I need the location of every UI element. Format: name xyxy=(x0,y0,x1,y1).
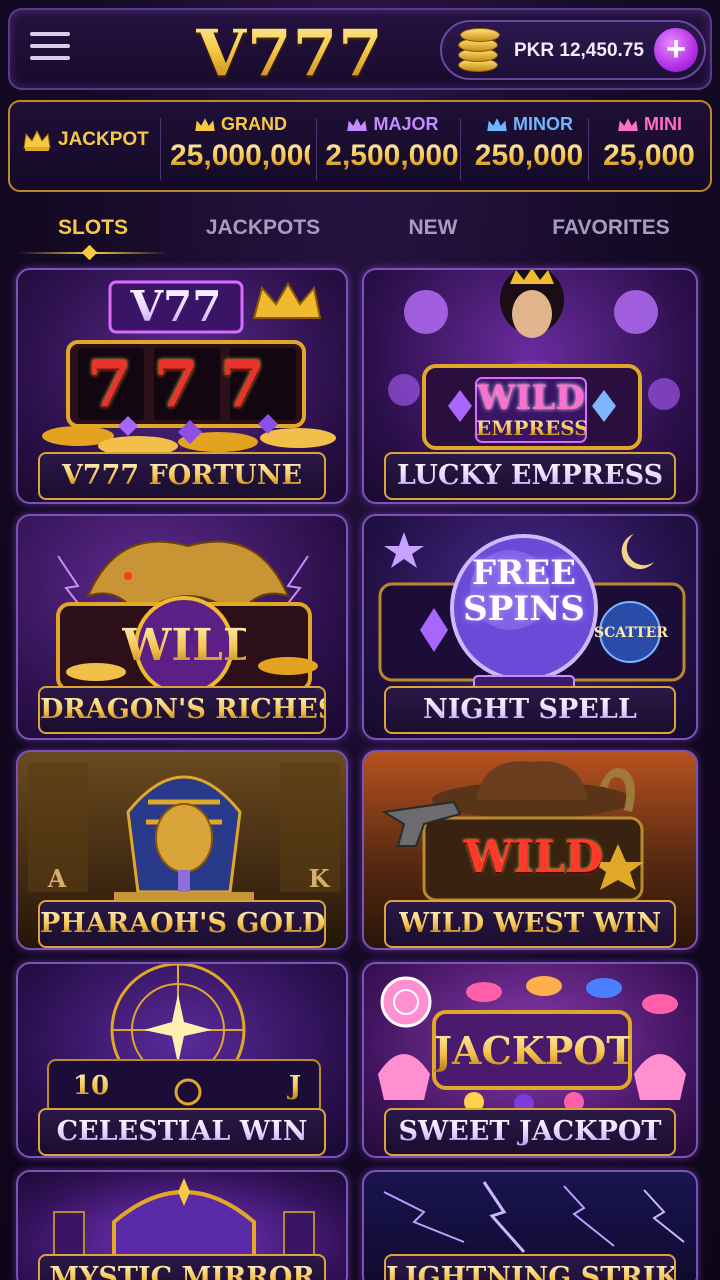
tier-name: MAJOR xyxy=(373,114,439,134)
game-title-plate: CELESTIAL WIN xyxy=(38,1108,326,1156)
game-title: NIGHT SPELL xyxy=(423,694,637,725)
game-card-lucky-empress[interactable]: WILD EMPRESS LUCKY EMPRESS xyxy=(362,268,698,504)
game-card-celestial-win[interactable]: 10 J CELESTIAL WIN xyxy=(16,962,348,1158)
game-art-left: A xyxy=(47,864,67,893)
game-art-label: FREE xyxy=(471,553,577,593)
game-title: SWEET JACKPOT xyxy=(398,1116,662,1147)
game-title: V777 FORTUNE xyxy=(61,460,303,491)
tier-value: 2,500,000 xyxy=(322,139,462,173)
tier-value: 25,000 xyxy=(594,139,704,173)
game-art-right: J xyxy=(280,1068,310,1104)
jackpot-label: JACKPOT xyxy=(22,128,149,152)
balance-pill[interactable]: PKR 12,450.75 + xyxy=(440,20,706,80)
coin-stack-icon xyxy=(456,28,502,74)
balance-amount: PKR 12,450.75 xyxy=(514,40,644,61)
game-title-plate: LIGHTNING STRIKE xyxy=(384,1254,676,1280)
game-art-sub: SPINS xyxy=(463,589,585,629)
game-art-left: 10 xyxy=(66,1068,116,1104)
game-card-pharaohs-gold[interactable]: A K PHARAOH'S GOLD xyxy=(16,750,348,950)
game-title-plate: DRAGON'S RICHES xyxy=(38,686,326,734)
game-art-label: WILD xyxy=(464,832,604,883)
tab-slots[interactable]: SLOTS xyxy=(18,216,168,240)
tab-new[interactable]: NEW xyxy=(358,216,508,240)
game-card-v777-fortune[interactable]: V77 777 V777 FORTUNE xyxy=(16,268,348,504)
active-tab-diamond xyxy=(81,244,98,261)
tab-favorites[interactable]: FAVORITES xyxy=(528,216,694,240)
game-card-sweet-jackpot[interactable]: JACKPOT SWEET JACKPOT xyxy=(362,962,698,1158)
tier-name: MINOR xyxy=(513,114,573,134)
game-title-plate: NIGHT SPELL xyxy=(384,686,676,734)
game-title: CELESTIAL WIN xyxy=(56,1116,308,1147)
game-card-wild-west-win[interactable]: WILD WILD WEST WIN xyxy=(362,750,698,950)
game-art-extra: SCATTER xyxy=(594,625,668,641)
game-title-plate: MYSTIC MIRROR xyxy=(38,1254,326,1280)
game-art-sub: EMPRESS xyxy=(476,416,589,440)
jackpot-bar: JACKPOT GRAND 25,000,000 MAJOR 2,500,000… xyxy=(8,100,712,192)
game-art-reel: 777 xyxy=(87,347,287,422)
crown-icon xyxy=(195,117,215,131)
game-title: DRAGON'S RICHES xyxy=(40,694,324,725)
tier-value: 25,000,000 xyxy=(170,139,321,172)
game-title-plate: WILD WEST WIN xyxy=(384,900,676,948)
tier-name: GRAND xyxy=(221,114,287,134)
game-title-plate: PHARAOH'S GOLD xyxy=(38,900,326,948)
jackpot-label-text: JACKPOT xyxy=(58,129,149,150)
game-art-label: WILD xyxy=(122,618,261,674)
game-title-plate: LUCKY EMPRESS xyxy=(384,452,676,500)
crown-icon xyxy=(23,129,51,151)
add-funds-button[interactable]: + xyxy=(654,28,698,72)
game-title-plate: V777 FORTUNE xyxy=(38,452,326,500)
app-logo: V777 xyxy=(160,16,420,91)
hamburger-menu-icon[interactable] xyxy=(30,32,70,68)
jackpot-tier-grand: GRAND 25,000,000 xyxy=(170,114,321,173)
crown-icon xyxy=(487,117,507,131)
tier-value: 250,000 xyxy=(466,139,592,173)
jackpot-tier-minor: MINOR 250,000 xyxy=(466,114,592,173)
game-art-label: WILD xyxy=(477,378,585,418)
category-tabs: SLOTS JACKPOTS NEW FAVORITES xyxy=(8,208,712,261)
crown-icon xyxy=(618,117,638,131)
crown-icon xyxy=(347,117,368,131)
top-bar: V777 PKR 12,450.75 + xyxy=(8,8,712,91)
game-art-label: V77 xyxy=(110,282,242,332)
game-title: WILD WEST WIN xyxy=(398,908,662,939)
game-card-night-spell[interactable]: FREE SPINS SCATTER NIGHT SPELL xyxy=(362,514,698,740)
game-title-plate: SWEET JACKPOT xyxy=(384,1108,676,1156)
tier-name: MINI xyxy=(644,114,682,134)
game-title: LIGHTNING STRIKE xyxy=(386,1262,674,1280)
game-card-mystic-mirror[interactable]: MYSTIC MIRROR xyxy=(16,1170,348,1280)
game-title: PHARAOH'S GOLD xyxy=(40,908,326,939)
game-title: LUCKY EMPRESS xyxy=(396,460,664,491)
game-art-right: K xyxy=(308,864,330,893)
jackpot-tier-mini: MINI 25,000 xyxy=(594,114,704,173)
game-card-dragons-riches[interactable]: WILD DRAGON'S RICHES xyxy=(16,514,348,740)
game-art-label: JACKPOT xyxy=(434,1026,635,1076)
game-card-lightning-strike[interactable]: LIGHTNING STRIKE xyxy=(362,1170,698,1280)
jackpot-tier-major: MAJOR 2,500,000 xyxy=(322,114,462,173)
tab-jackpots[interactable]: JACKPOTS xyxy=(188,216,338,240)
game-title: MYSTIC MIRROR xyxy=(49,1262,315,1280)
